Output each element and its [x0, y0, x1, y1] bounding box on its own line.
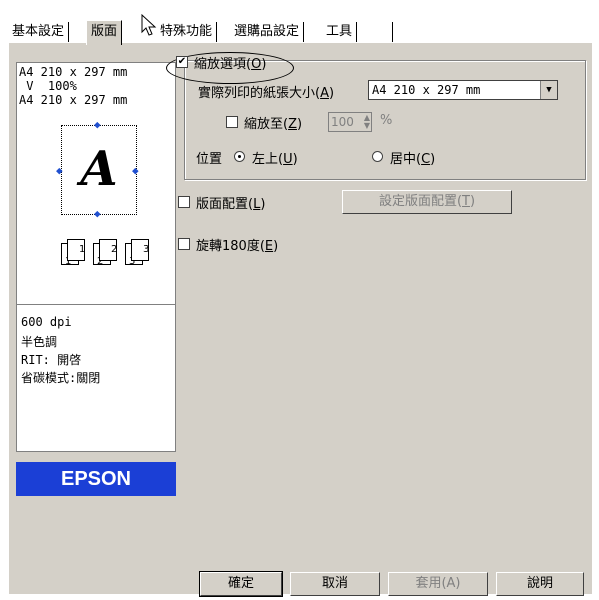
- arrow-right-icon: ◆: [132, 164, 139, 177]
- scale-to-checkbox[interactable]: [226, 116, 238, 128]
- position-top-left-radio[interactable]: [234, 151, 245, 162]
- mouse-pointer-icon: [141, 14, 157, 36]
- layout-checkbox-label[interactable]: 版面配置(L): [196, 193, 265, 212]
- zoom-options-checkbox[interactable]: ✔: [176, 56, 188, 68]
- ok-button[interactable]: 確定: [199, 571, 283, 597]
- tab-tools[interactable]: 工具: [322, 22, 358, 42]
- tab-basic-settings[interactable]: 基本設定: [8, 22, 70, 42]
- scale-unit: %: [380, 113, 393, 128]
- scale-to-spinner[interactable]: 100 ▲ ▼: [328, 112, 372, 132]
- zoom-options-label[interactable]: 縮放選項(O): [194, 53, 266, 72]
- paper-size-label: 實際列印的紙張大小(A): [198, 86, 335, 101]
- layout-settings-button[interactable]: 設定版面配置(T): [342, 190, 512, 214]
- preview-paper-size: A4 210 x 297 mm: [19, 65, 128, 79]
- page-thumbnail: A ◆ ◆ ◆ ◆: [56, 119, 139, 219]
- scale-to-value: 100: [331, 115, 354, 129]
- position-label: 位置: [196, 152, 223, 167]
- paper-size-value: A4 210 x 297 mm: [372, 83, 481, 97]
- scale-to-label[interactable]: 縮放至(Z): [244, 113, 302, 132]
- position-center-label[interactable]: 居中(C): [390, 148, 435, 167]
- tab-layout[interactable]: 版面: [86, 20, 123, 45]
- rotate-180-checkbox[interactable]: [178, 238, 190, 250]
- settings-summary: 600 dpi 半色調 RIT: 開啓 省碳模式:關閉: [16, 304, 176, 452]
- layout-checkbox[interactable]: [178, 196, 190, 208]
- copy-page-icon: 2 2: [93, 239, 119, 267]
- printer-properties-dialog: 基本設定 版面 特殊功能 選購品設定 工具 A4 210 x 297 mm V …: [8, 12, 592, 597]
- summary-halftone: 半色調: [21, 335, 58, 349]
- summary-toner-save: 省碳模式:關閉: [21, 371, 101, 385]
- tab-bar: 基本設定 版面 特殊功能 選購品設定 工具: [8, 20, 592, 45]
- copy-page-icon: 3 3: [125, 239, 151, 267]
- help-button[interactable]: 說明: [496, 572, 584, 596]
- page-letter: A: [80, 140, 118, 197]
- position-top-left-label[interactable]: 左上(U): [252, 148, 298, 167]
- tab-strip-edge: [392, 22, 393, 42]
- summary-rit: RIT: 開啓: [21, 353, 82, 367]
- copy-page-icon: 1 1: [61, 239, 87, 267]
- chevron-down-icon[interactable]: ▼: [540, 81, 557, 99]
- apply-button[interactable]: 套用(A): [388, 572, 488, 596]
- preview-output-size: A4 210 x 297 mm: [19, 93, 128, 107]
- tab-special-features[interactable]: 特殊功能: [156, 22, 218, 42]
- cancel-button[interactable]: 取消: [290, 572, 380, 596]
- epson-logo: EPSON: [16, 462, 176, 496]
- arrow-down-icon: ◆: [94, 207, 101, 220]
- summary-resolution: 600 dpi: [21, 315, 72, 329]
- spin-down-icon[interactable]: ▼: [364, 122, 370, 130]
- preview-zoom: V 100%: [19, 79, 77, 93]
- page-preview: A4 210 x 297 mm V 100% A4 210 x 297 mm A…: [16, 62, 176, 320]
- paper-size-select[interactable]: A4 210 x 297 mm ▼: [368, 80, 558, 100]
- tab-optional-settings[interactable]: 選購品設定: [230, 22, 305, 42]
- arrow-up-icon: ◆: [94, 118, 101, 131]
- rotate-180-label[interactable]: 旋轉180度(E): [196, 235, 278, 254]
- copies-illustration: 1 1 2 2 3 3: [17, 239, 175, 269]
- arrow-left-icon: ◆: [56, 164, 63, 177]
- position-center-radio[interactable]: [372, 151, 383, 162]
